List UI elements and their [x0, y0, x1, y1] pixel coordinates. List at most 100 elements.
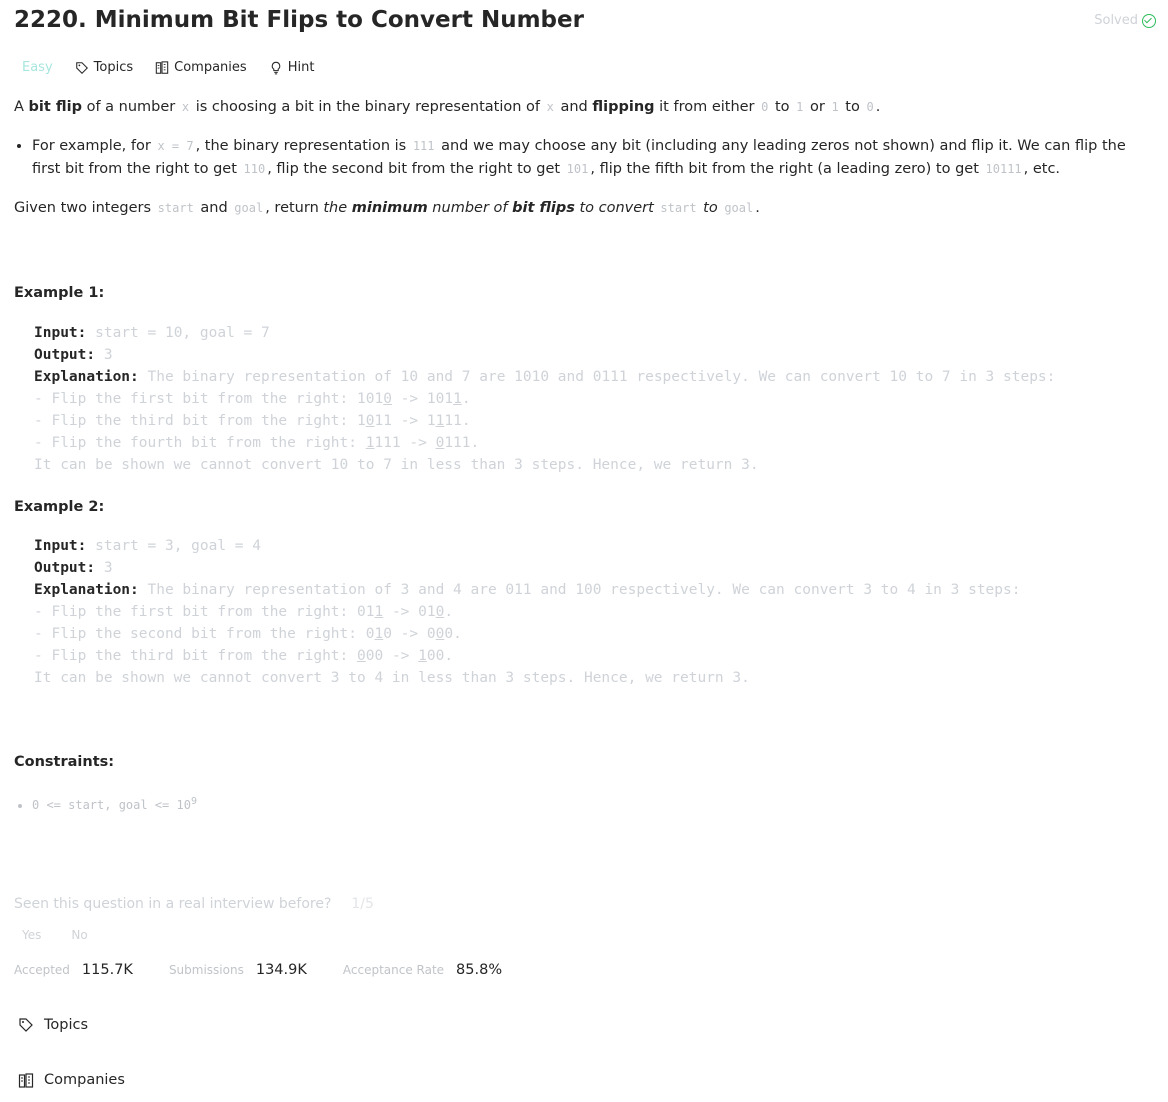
italic-text: to — [698, 200, 723, 217]
problem-page: 2220. Minimum Bit Flips to Convert Numbe… — [0, 0, 1168, 1102]
constraints-title: Constraints: — [14, 753, 115, 770]
period: . — [461, 412, 471, 429]
step-text: - Flip the third bit from the right: — [34, 412, 358, 429]
inline-code: 1 — [831, 100, 839, 114]
problem-title: 2220. Minimum Bit Flips to Convert Numbe… — [14, 7, 584, 34]
lightbulb-icon — [271, 61, 280, 75]
text: . — [755, 200, 760, 217]
example-2-block: Input: start = 3, goal = 4 Output: 3 Exp… — [34, 535, 1154, 689]
bits: 00 — [365, 647, 384, 664]
period: . — [444, 603, 454, 620]
input-value: start = 10, goal = 7 — [95, 324, 270, 341]
inline-code: x — [546, 100, 554, 114]
interview-question: Seen this question in a real interview b… — [14, 896, 332, 913]
submissions-label: Submissions — [168, 962, 244, 977]
bits: 00 — [426, 647, 445, 664]
bold-text: flipping — [592, 99, 655, 115]
text: , etc. — [1023, 161, 1061, 178]
output-label: Output: — [34, 559, 96, 576]
flipped-bit: 0 — [383, 390, 392, 407]
step-line: - Flip the second bit from the right: 01… — [34, 626, 462, 642]
inline-code: x = 7 — [157, 139, 194, 154]
check-circle-icon — [1142, 13, 1156, 28]
accepted-value: 115.7K — [81, 961, 133, 978]
submissions-stat: Submissions 134.9K — [169, 959, 307, 982]
example-1-block: Input: start = 10, goal = 7 Output: 3 Ex… — [34, 322, 1154, 476]
arrow: -> — [391, 390, 427, 407]
step-line: - Flip the fourth bit from the right: 11… — [34, 435, 479, 451]
acceptance-rate-label: Acceptance Rate — [342, 962, 445, 977]
companies-accordion[interactable]: Companies — [14, 1069, 1154, 1092]
acceptance-rate-value: 85.8% — [456, 961, 503, 978]
description-paragraph: A bit flip of a number x is choosing a b… — [14, 96, 1154, 119]
input-label: Input: — [34, 537, 87, 554]
companies-tag-label: Companies — [174, 59, 247, 75]
topics-tag-label: Topics — [93, 59, 134, 75]
text: or — [805, 99, 830, 115]
text: , flip the fifth bit from the right (a l… — [590, 161, 984, 178]
text: , the binary representation is — [195, 138, 411, 155]
companies-tag-button[interactable]: Companies — [147, 56, 255, 81]
period: . — [470, 434, 480, 451]
building-icon — [18, 1073, 34, 1088]
arrow: -> — [383, 647, 419, 664]
inline-code: 101 — [566, 162, 589, 177]
period: . — [444, 647, 454, 664]
bits: 0 — [426, 625, 436, 642]
tag-bar: Easy Topics Companies Hint — [14, 54, 1154, 82]
text: and — [195, 200, 233, 217]
step-line: - Flip the third bit from the right: 000… — [34, 648, 453, 664]
hint-tag-button[interactable]: Hint — [261, 56, 323, 81]
title-row: 2220. Minimum Bit Flips to Convert Numbe… — [14, 0, 1156, 42]
topics-tag-button[interactable]: Topics — [67, 56, 141, 81]
explanation-label: Explanation: — [34, 368, 139, 385]
italic-text: the — [323, 200, 352, 217]
bold-italic-text: minimum — [351, 200, 428, 217]
flipped-bit: 1 — [418, 647, 427, 664]
example-2-title: Example 2: — [14, 498, 105, 515]
bits: 01 — [357, 603, 375, 620]
task-paragraph: Given two integers start and goal, retur… — [14, 197, 1154, 220]
bits: 01 — [418, 603, 436, 620]
inline-code: 110 — [243, 162, 266, 177]
output-label: Output: — [34, 346, 96, 363]
inline-code: start — [157, 201, 194, 216]
conclusion-text: It can be shown we cannot convert 10 to … — [34, 456, 759, 473]
topics-section-label: Topics — [44, 1016, 89, 1033]
input-label: Input: — [34, 324, 87, 341]
submissions-value: 134.9K — [255, 961, 307, 978]
yes-button[interactable]: Yes — [22, 926, 41, 945]
step-text: - Flip the first bit from the right: — [34, 603, 358, 620]
no-button[interactable]: No — [71, 926, 87, 945]
example-1-title: Example 1: — [14, 285, 105, 302]
constraints-list: 0 <= start, goal <= 109 — [14, 794, 1154, 815]
text: . — [875, 99, 881, 115]
step-line: - Flip the first bit from the right: 101… — [34, 391, 471, 407]
period: . — [461, 390, 471, 407]
inline-code: 10111 — [985, 162, 1022, 177]
step-line: - Flip the first bit from the right: 011… — [34, 604, 453, 620]
step-text: - Flip the second bit from the right: — [34, 625, 366, 642]
flipped-bit: 1 — [374, 625, 384, 642]
constraint-item: 0 <= start, goal <= 109 — [32, 794, 1154, 815]
step-text: - Flip the first bit from the right: — [34, 390, 358, 407]
inline-code: 0 — [761, 100, 769, 114]
bits: 0 — [383, 625, 392, 642]
period: . — [453, 625, 462, 642]
explanation-text: The binary representation of 3 and 4 are… — [147, 581, 1021, 598]
flipped-bit: 1 — [453, 390, 462, 407]
inline-code: 0 — [866, 100, 874, 114]
bits: 1 — [426, 412, 436, 429]
text: Given two integers — [14, 200, 156, 217]
acceptance-rate-stat: Acceptance Rate 85.8% — [343, 959, 502, 982]
interview-count: 1/5 — [351, 896, 374, 913]
interview-prompt: Seen this question in a real interview b… — [14, 893, 1154, 915]
tag-icon — [75, 62, 88, 74]
output-value: 3 — [103, 559, 113, 576]
topics-accordion[interactable]: Topics — [14, 1014, 1154, 1037]
difficulty-badge[interactable]: Easy — [14, 56, 61, 81]
text: For example, for — [32, 138, 156, 155]
text: is choosing a bit in the binary represen… — [191, 99, 545, 115]
constraint-text: 0 <= start, goal <= 10 — [32, 797, 191, 812]
solved-label: Solved — [1094, 12, 1138, 28]
